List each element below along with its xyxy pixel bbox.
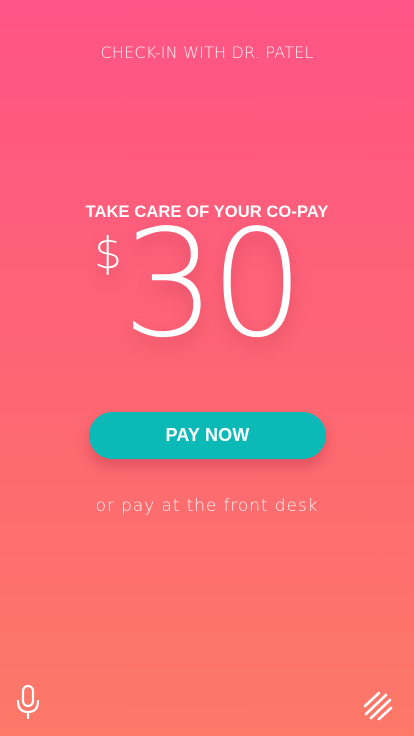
microphone-button[interactable] xyxy=(12,683,44,723)
front-desk-text: or pay at the front desk xyxy=(95,496,319,516)
checkin-screen: CHECK-IN WITH DR. PATEL TAKE CARE OF YOU… xyxy=(0,0,414,736)
amount-value: 30 xyxy=(122,198,304,370)
pay-now-button[interactable]: PAY NOW xyxy=(89,412,326,459)
microphone-icon xyxy=(16,684,40,720)
pay-now-label: PAY NOW xyxy=(165,425,250,445)
menu-lines-icon xyxy=(363,691,393,721)
menu-button[interactable] xyxy=(362,690,394,722)
copay-amount: $ 30 xyxy=(94,210,314,368)
page-title: CHECK-IN WITH DR. PATEL xyxy=(100,43,314,62)
currency-symbol: $ xyxy=(94,228,122,279)
